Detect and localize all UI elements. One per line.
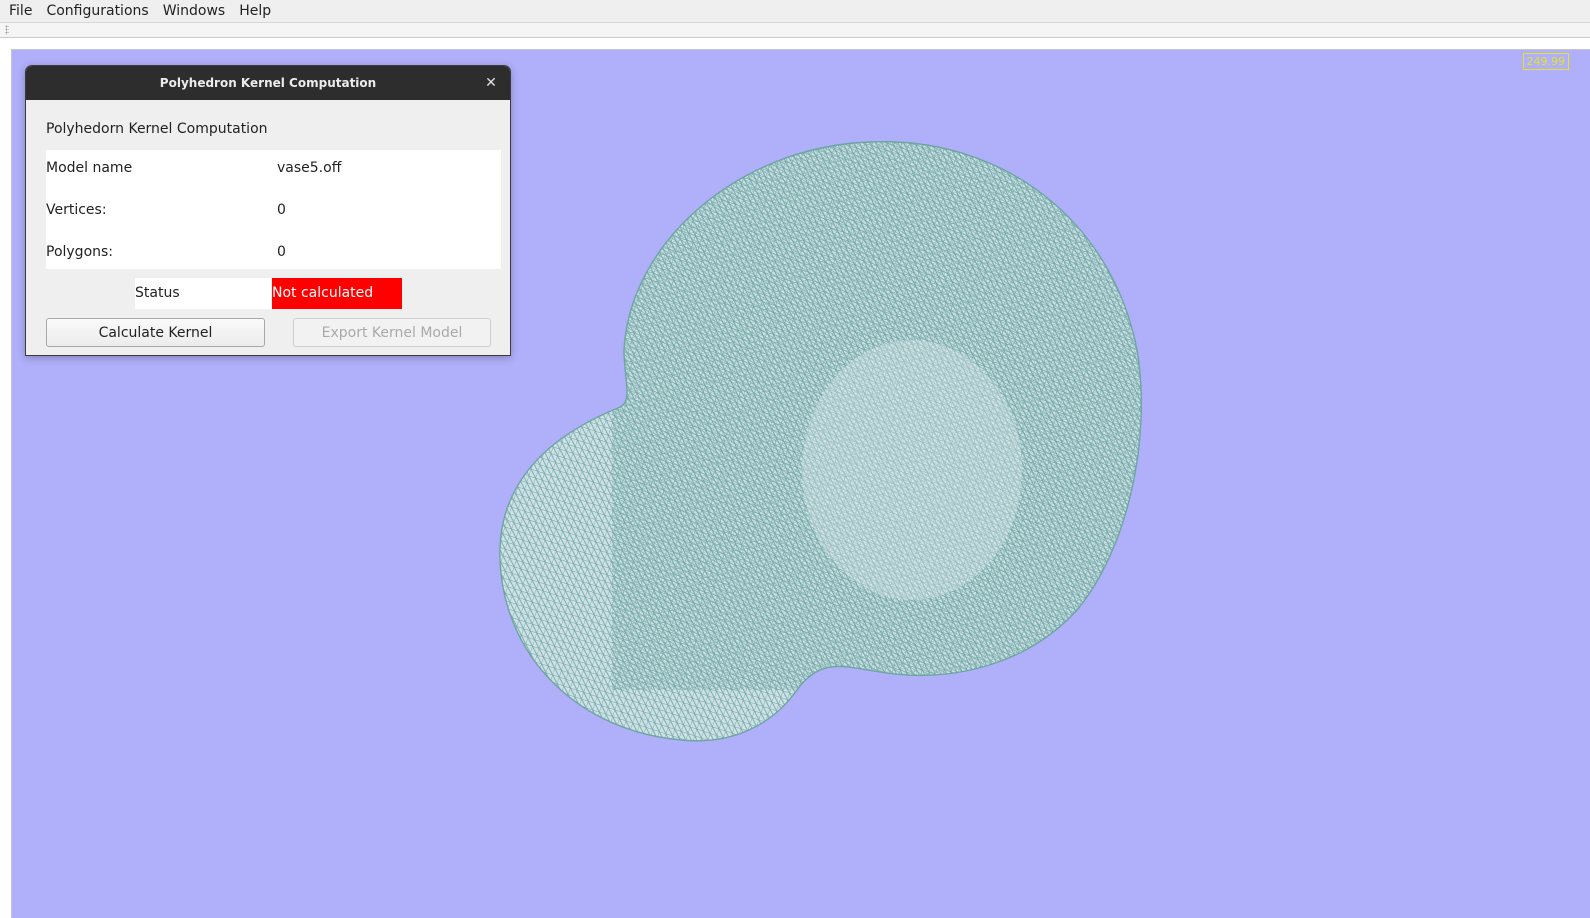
toolbar <box>0 23 1590 38</box>
kernel-computation-dialog: Polyhedron Kernel Computation ✕ Polyhedo… <box>25 65 511 356</box>
vertices-row: Vertices: 0 <box>46 202 501 222</box>
dialog-title: Polyhedron Kernel Computation <box>159 76 377 90</box>
status-badge: Not calculated <box>272 278 402 309</box>
model-info-panel: Model name vase5.off Vertices: 0 Polygon… <box>46 150 501 269</box>
polygons-row: Polygons: 0 <box>46 244 501 264</box>
menu-help[interactable]: Help <box>232 0 278 22</box>
calculate-kernel-button[interactable]: Calculate Kernel <box>46 318 265 347</box>
export-kernel-model-button[interactable]: Export Kernel Model <box>293 318 491 347</box>
status-label-text: Status <box>135 285 180 301</box>
vertices-label: Vertices: <box>46 202 107 218</box>
toolbar-drag-handle[interactable] <box>5 25 9 35</box>
model-name-row: Model name vase5.off <box>46 160 501 180</box>
dialog-heading: Polyhedorn Kernel Computation <box>46 121 268 137</box>
model-name-value: vase5.off <box>277 160 342 176</box>
model-name-label: Model name <box>46 160 133 176</box>
status-label: Status <box>135 278 271 309</box>
dialog-titlebar[interactable]: Polyhedron Kernel Computation ✕ <box>26 66 510 100</box>
polygons-value: 0 <box>277 244 286 260</box>
menu-configurations[interactable]: Configurations <box>39 0 155 22</box>
close-icon[interactable]: ✕ <box>482 74 500 92</box>
menu-bar: File Configurations Windows Help <box>0 0 1590 23</box>
menu-windows[interactable]: Windows <box>156 0 233 22</box>
vertices-value: 0 <box>277 202 286 218</box>
polygons-label: Polygons: <box>46 244 114 260</box>
menu-file[interactable]: File <box>0 0 39 22</box>
fps-counter: 249.99 <box>1522 53 1569 70</box>
